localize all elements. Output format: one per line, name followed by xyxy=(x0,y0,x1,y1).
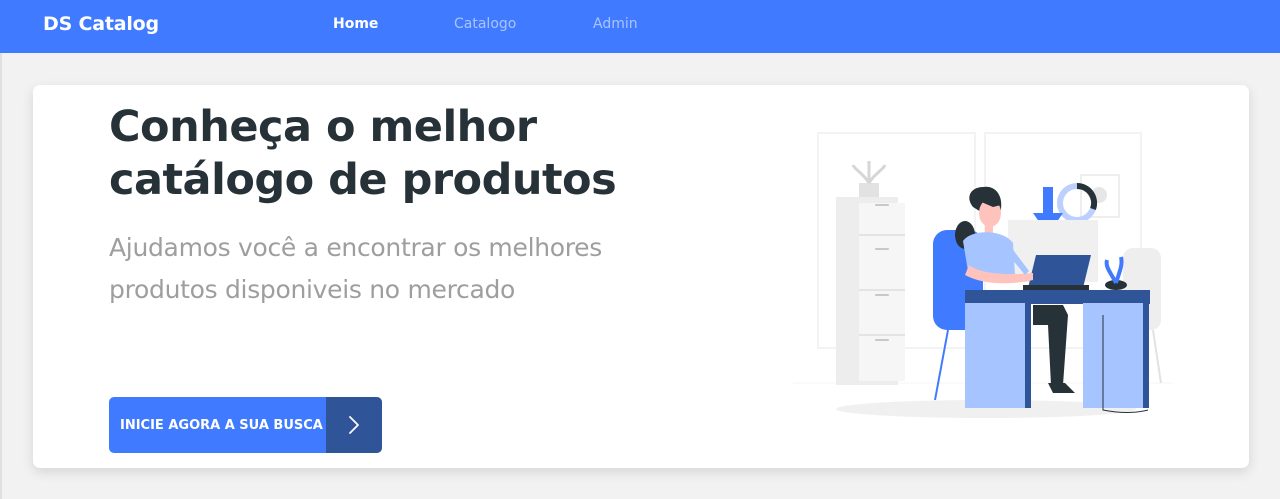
hero-card: Conheça o melhor catálogo de produtos Aj… xyxy=(33,85,1249,468)
hero-title: Conheça o melhor catálogo de produtos xyxy=(109,102,617,205)
hero-subtitle: Ajudamos você a encontrar os melhores pr… xyxy=(109,233,602,304)
nav-link-catalogo[interactable]: Catalogo xyxy=(454,16,516,32)
nav-link-admin[interactable]: Admin xyxy=(593,16,638,32)
nav-link-home[interactable]: Home xyxy=(333,16,378,32)
navbar: DS Catalog Home Catalogo Admin xyxy=(0,0,1280,53)
woman-working-at-desk-illustration xyxy=(793,132,1173,418)
page-edge xyxy=(0,53,2,499)
brand-logo[interactable]: DS Catalog xyxy=(43,13,159,35)
chevron-right-icon xyxy=(326,397,382,453)
start-search-button[interactable]: INICIE AGORA A SUA BUSCA xyxy=(109,397,382,453)
start-search-button-label: INICIE AGORA A SUA BUSCA xyxy=(109,397,326,453)
